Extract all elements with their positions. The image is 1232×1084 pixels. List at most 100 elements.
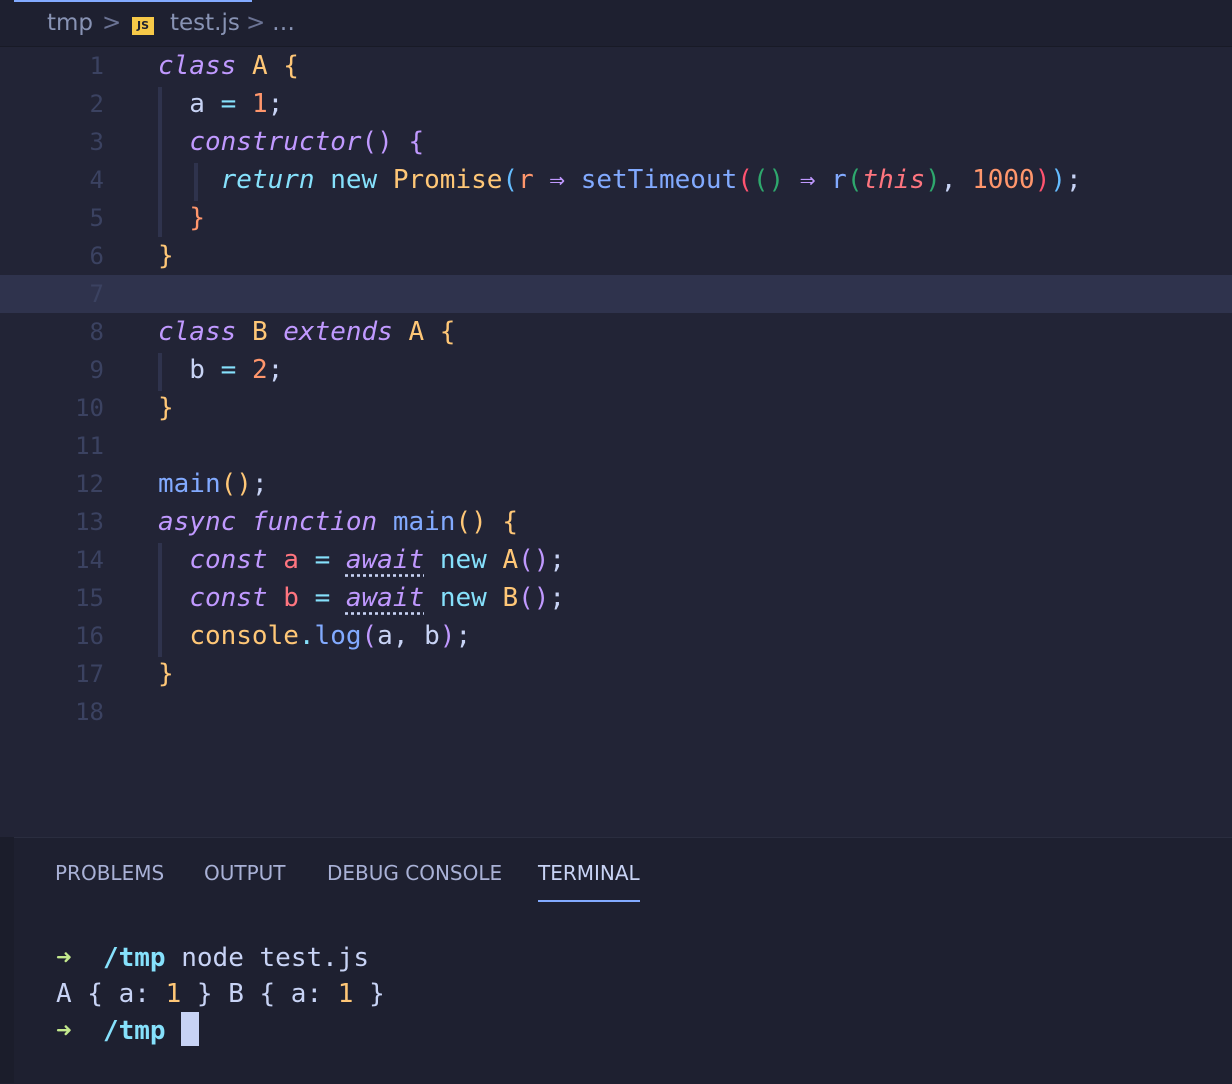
code-token: ) bbox=[377, 127, 393, 157]
code-token: ; bbox=[267, 89, 284, 119]
breadcrumb-folder[interactable]: tmp bbox=[47, 10, 93, 36]
code-line-10[interactable]: 10 } bbox=[0, 389, 1232, 427]
code-token: ) bbox=[471, 507, 487, 537]
code-token: ( bbox=[518, 583, 534, 613]
terminal-output: A { a: 1 } B { a: 1 } bbox=[56, 976, 385, 1012]
line-number: 8 bbox=[89, 318, 104, 346]
code-token: Promise bbox=[392, 165, 503, 195]
code-line-1[interactable]: 1 class A { bbox=[0, 47, 1232, 85]
code-editor[interactable]: 1 class A { 2 a = 1; 3 constructor() { 4… bbox=[0, 47, 1232, 837]
code-token: = bbox=[314, 545, 331, 575]
chevron-right-icon: > bbox=[246, 10, 266, 36]
code-token: ⇒ bbox=[549, 165, 566, 195]
code-token: r bbox=[831, 165, 847, 195]
line-number: 3 bbox=[89, 128, 104, 156]
code-token: = bbox=[220, 89, 237, 119]
code-line-14[interactable]: 14 const a = await new A(); bbox=[0, 541, 1232, 579]
code-token: ) bbox=[925, 165, 941, 195]
code-token: ( bbox=[220, 469, 237, 499]
bottom-panel: PROBLEMS OUTPUT DEBUG CONSOLE TERMINAL ➜… bbox=[14, 837, 1232, 1084]
code-token: ; bbox=[455, 621, 472, 651]
code-token: function bbox=[251, 507, 378, 537]
code-token: main bbox=[392, 507, 456, 537]
code-token: ⇒ bbox=[799, 165, 816, 195]
code-token: ; bbox=[1066, 165, 1082, 195]
code-line-17[interactable]: 17 } bbox=[0, 655, 1232, 693]
code-token: A bbox=[502, 545, 519, 575]
code-token: { bbox=[408, 127, 425, 157]
code-token: ( bbox=[361, 621, 378, 651]
code-token: return bbox=[220, 165, 315, 195]
code-token: ; bbox=[267, 355, 284, 385]
terminal-cwd: /tmp bbox=[102, 943, 166, 973]
terminal-cursor[interactable] bbox=[181, 1012, 200, 1046]
line-number: 2 bbox=[89, 90, 104, 118]
code-line-16[interactable]: 16 console.log(a, b); bbox=[0, 617, 1232, 655]
terminal-line[interactable]: ➜ /tmp node test.js bbox=[56, 940, 369, 976]
code-line-18[interactable]: 18 bbox=[0, 693, 1232, 731]
code-line-7[interactable]: 7 bbox=[0, 275, 1232, 313]
code-token: log bbox=[314, 621, 362, 651]
terminal-prompt[interactable]: ➜ /tmp bbox=[56, 1012, 200, 1049]
terminal-command: node test.js bbox=[181, 943, 370, 973]
code-token: const bbox=[189, 545, 268, 575]
code-token: ( bbox=[518, 545, 534, 575]
code-line-3[interactable]: 3 constructor() { bbox=[0, 123, 1232, 161]
code-token: { bbox=[502, 507, 519, 537]
code-token: class bbox=[158, 317, 237, 347]
code-token: b bbox=[283, 583, 299, 613]
line-number: 12 bbox=[75, 470, 104, 498]
code-token: ; bbox=[549, 583, 566, 613]
code-token: a bbox=[283, 545, 299, 575]
tab-output[interactable]: OUTPUT bbox=[204, 860, 286, 900]
prompt-arrow-icon: ➜ bbox=[56, 1016, 72, 1046]
code-token: ( bbox=[361, 127, 378, 157]
code-token: main bbox=[158, 469, 221, 499]
code-token: } bbox=[158, 393, 174, 423]
code-line-13[interactable]: 13 async function main() { bbox=[0, 503, 1232, 541]
code-token: ) bbox=[439, 621, 456, 651]
code-token: ( bbox=[846, 165, 863, 195]
output-number: 1 bbox=[337, 979, 354, 1009]
code-token: { bbox=[439, 317, 456, 347]
code-line-11[interactable]: 11 bbox=[0, 427, 1232, 465]
code-line-8[interactable]: 8 class B extends A { bbox=[0, 313, 1232, 351]
breadcrumb-file[interactable]: test.js bbox=[170, 10, 240, 36]
code-token: ; bbox=[251, 469, 268, 499]
code-line-15[interactable]: 15 const b = await new B(); bbox=[0, 579, 1232, 617]
code-line-9[interactable]: 9 b = 2; bbox=[0, 351, 1232, 389]
tab-terminal[interactable]: TERMINAL bbox=[538, 860, 640, 902]
code-line-6[interactable]: 6 } bbox=[0, 237, 1232, 275]
code-line-12[interactable]: 12 main(); bbox=[0, 465, 1232, 503]
code-token: new bbox=[330, 165, 378, 195]
breadcrumb-symbols[interactable]: … bbox=[272, 10, 295, 36]
code-token: } bbox=[189, 203, 205, 233]
output-text: } B { a: bbox=[181, 979, 338, 1009]
code-token: a bbox=[158, 89, 221, 119]
code-line-2[interactable]: 2 a = 1; bbox=[0, 85, 1232, 123]
prompt-arrow-icon: ➜ bbox=[56, 943, 72, 973]
code-token: const bbox=[189, 583, 268, 613]
tab-debug-console[interactable]: DEBUG CONSOLE bbox=[327, 860, 502, 900]
tab-problems[interactable]: PROBLEMS bbox=[55, 860, 164, 900]
code-line-4[interactable]: 4 return new Promise(r ⇒ setTimeout(() ⇒… bbox=[0, 161, 1232, 199]
code-line-5[interactable]: 5 } bbox=[0, 199, 1232, 237]
code-token: } bbox=[158, 659, 174, 689]
line-number: 17 bbox=[75, 660, 104, 688]
code-token: async bbox=[158, 507, 237, 537]
